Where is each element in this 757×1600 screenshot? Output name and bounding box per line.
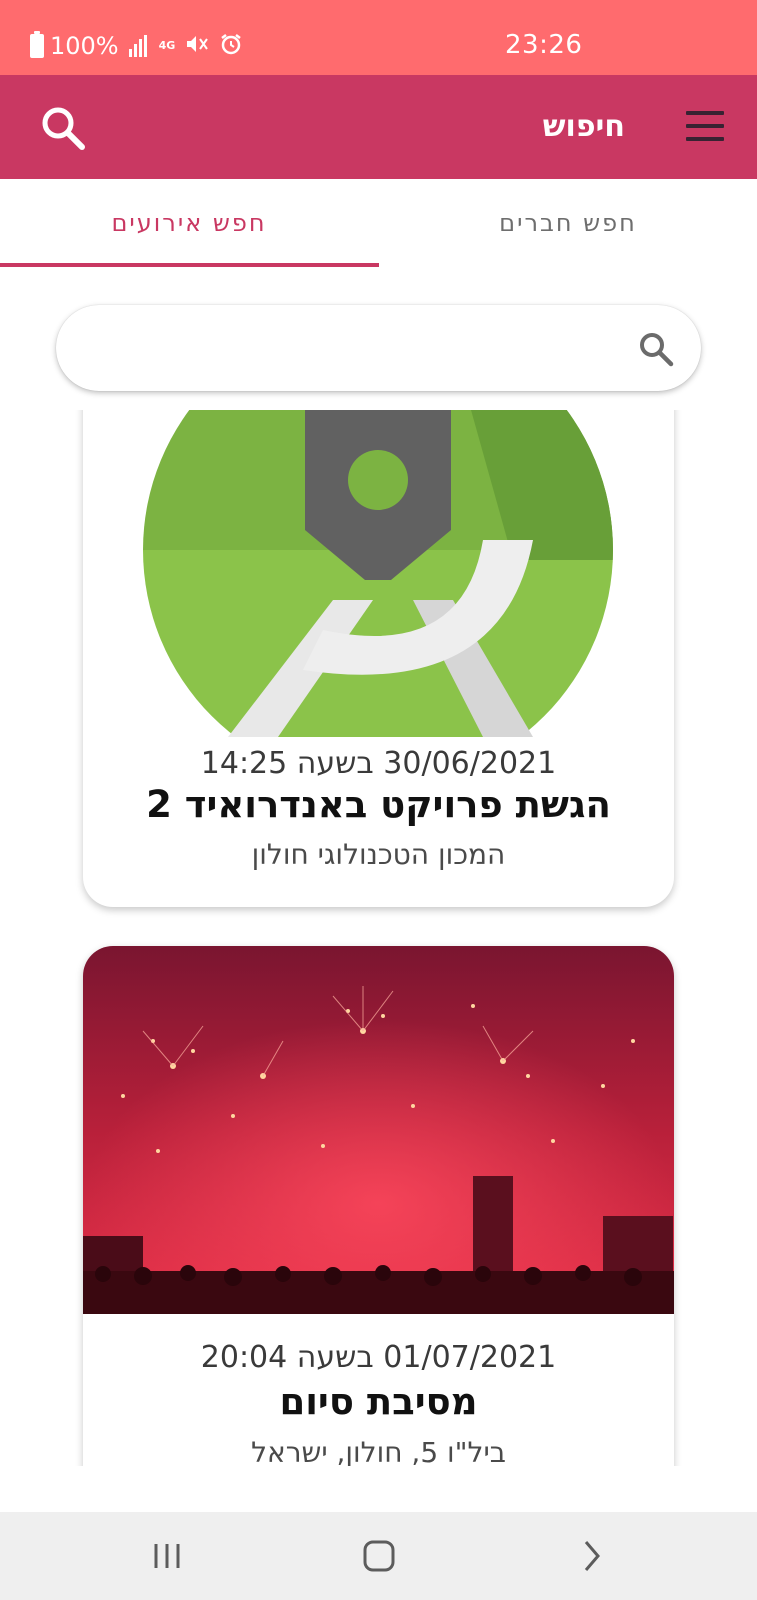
- event-image-fireworks: [83, 946, 674, 1314]
- system-nav-bar: [0, 1512, 757, 1600]
- mute-icon: [185, 33, 209, 60]
- search-input[interactable]: [86, 305, 626, 391]
- page-title: חיפוש: [542, 109, 625, 144]
- tab-indicator: [0, 263, 379, 267]
- alarm-icon: [219, 32, 243, 61]
- signal-icon: [128, 35, 147, 57]
- event-card[interactable]: 01/07/2021 בשעה 20:04 מסיבת סיום ביל"ו 5…: [83, 946, 674, 1466]
- status-bar: 100% 4G 23:26: [0, 0, 757, 75]
- tab-search-friends[interactable]: חפש חברים: [379, 179, 757, 267]
- event-name: מסיבת סיום: [279, 1380, 478, 1423]
- tab-search-events[interactable]: חפש אירועים: [0, 179, 378, 267]
- search-icon[interactable]: [38, 103, 88, 153]
- event-card[interactable]: 30/06/2021 בשעה 14:25 הגשת פרויקט באנדרו…: [83, 410, 674, 907]
- recent-apps-icon[interactable]: [142, 1532, 192, 1580]
- events-list[interactable]: 30/06/2021 בשעה 14:25 הגשת פרויקט באנדרו…: [0, 410, 757, 1466]
- event-location: ביל"ו 5, חולון, ישראל: [251, 1436, 506, 1466]
- clock: 23:26: [505, 30, 583, 60]
- event-datetime: 01/07/2021 בשעה 20:04: [200, 1340, 557, 1375]
- event-location: המכון הטכנולוגי חולון: [251, 838, 506, 871]
- tab-bar: חפש אירועים חפש חברים: [0, 179, 757, 267]
- battery-icon: [30, 31, 44, 58]
- status-icons: 100% 4G: [30, 28, 243, 64]
- event-name: הגשת פרויקט באנדרואיד 2: [146, 783, 611, 826]
- back-icon[interactable]: [566, 1532, 616, 1580]
- network-4g-icon: 4G: [158, 39, 176, 52]
- home-icon[interactable]: [354, 1532, 404, 1580]
- app-bar: חיפוש: [0, 75, 757, 179]
- menu-icon[interactable]: [686, 111, 724, 141]
- search-field-icon: [636, 329, 676, 369]
- battery-level: 100%: [50, 32, 119, 60]
- search-bar[interactable]: [56, 305, 701, 391]
- event-image-android-studio: [83, 410, 674, 785]
- event-datetime: 30/06/2021 בשעה 14:25: [200, 746, 557, 781]
